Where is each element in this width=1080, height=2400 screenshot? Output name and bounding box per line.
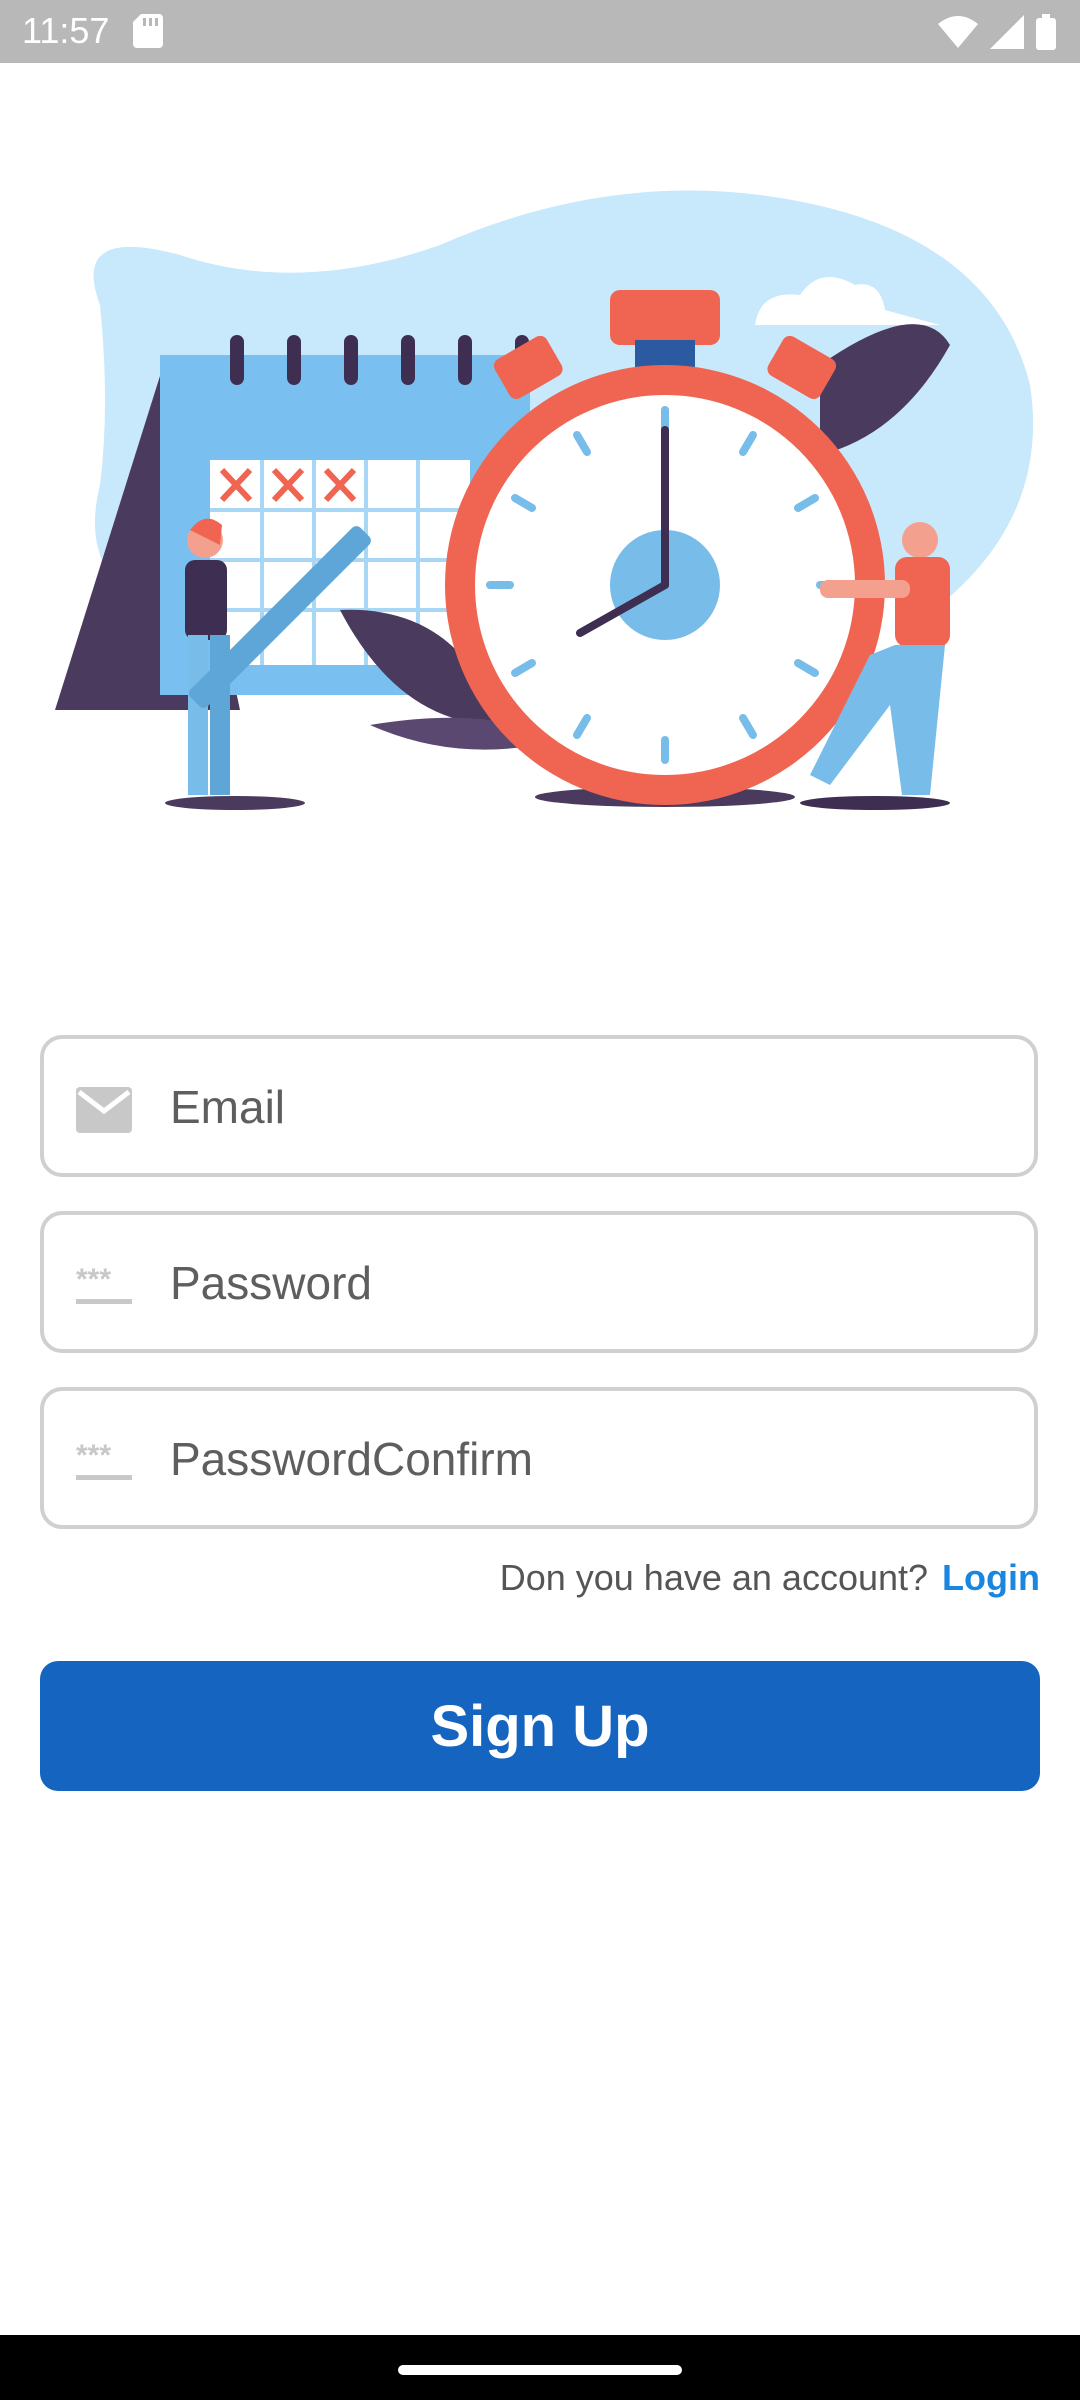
man-head — [902, 522, 938, 558]
password-input[interactable] — [168, 1215, 1012, 1351]
status-icons — [938, 12, 1056, 52]
svg-text:***: *** — [76, 1263, 111, 1296]
status-time: 11:57 — [22, 10, 110, 51]
signal-icon — [990, 15, 1024, 49]
email-input[interactable] — [168, 1039, 1012, 1175]
password-dots-icon: *** — [76, 1263, 132, 1304]
password-confirm-field[interactable]: *** — [40, 1387, 1038, 1529]
password-dots-icon: *** — [76, 1439, 132, 1480]
wifi-icon — [938, 16, 978, 48]
mail-icon — [76, 1087, 132, 1133]
sign-up-button[interactable]: Sign Up — [40, 1661, 1040, 1791]
woman-shadow — [165, 796, 305, 810]
man-shadow — [800, 796, 950, 810]
man-arm — [820, 580, 910, 598]
email-field[interactable] — [40, 1035, 1038, 1177]
battery-icon — [1036, 14, 1056, 50]
navigation-bar — [0, 2335, 1080, 2400]
svg-text:***: *** — [76, 1439, 111, 1472]
home-gesture-handle[interactable] — [398, 2365, 682, 2375]
password-confirm-input[interactable] — [168, 1391, 1012, 1527]
status-bar: 11:57 — [0, 0, 1080, 63]
man-shirt — [895, 557, 950, 647]
login-link[interactable]: Login — [942, 1557, 1040, 1599]
woman-top — [185, 560, 227, 640]
account-prompt: Don you have an account? Login — [500, 1557, 1040, 1599]
stopwatch-button — [610, 290, 720, 345]
woman-leg — [188, 635, 208, 795]
sd-card-icon — [133, 14, 163, 48]
calendar-clock-illustration-icon — [55, 190, 1034, 810]
account-prompt-text: Don you have an account? — [499, 1557, 929, 1598]
password-field[interactable]: *** — [40, 1211, 1038, 1353]
